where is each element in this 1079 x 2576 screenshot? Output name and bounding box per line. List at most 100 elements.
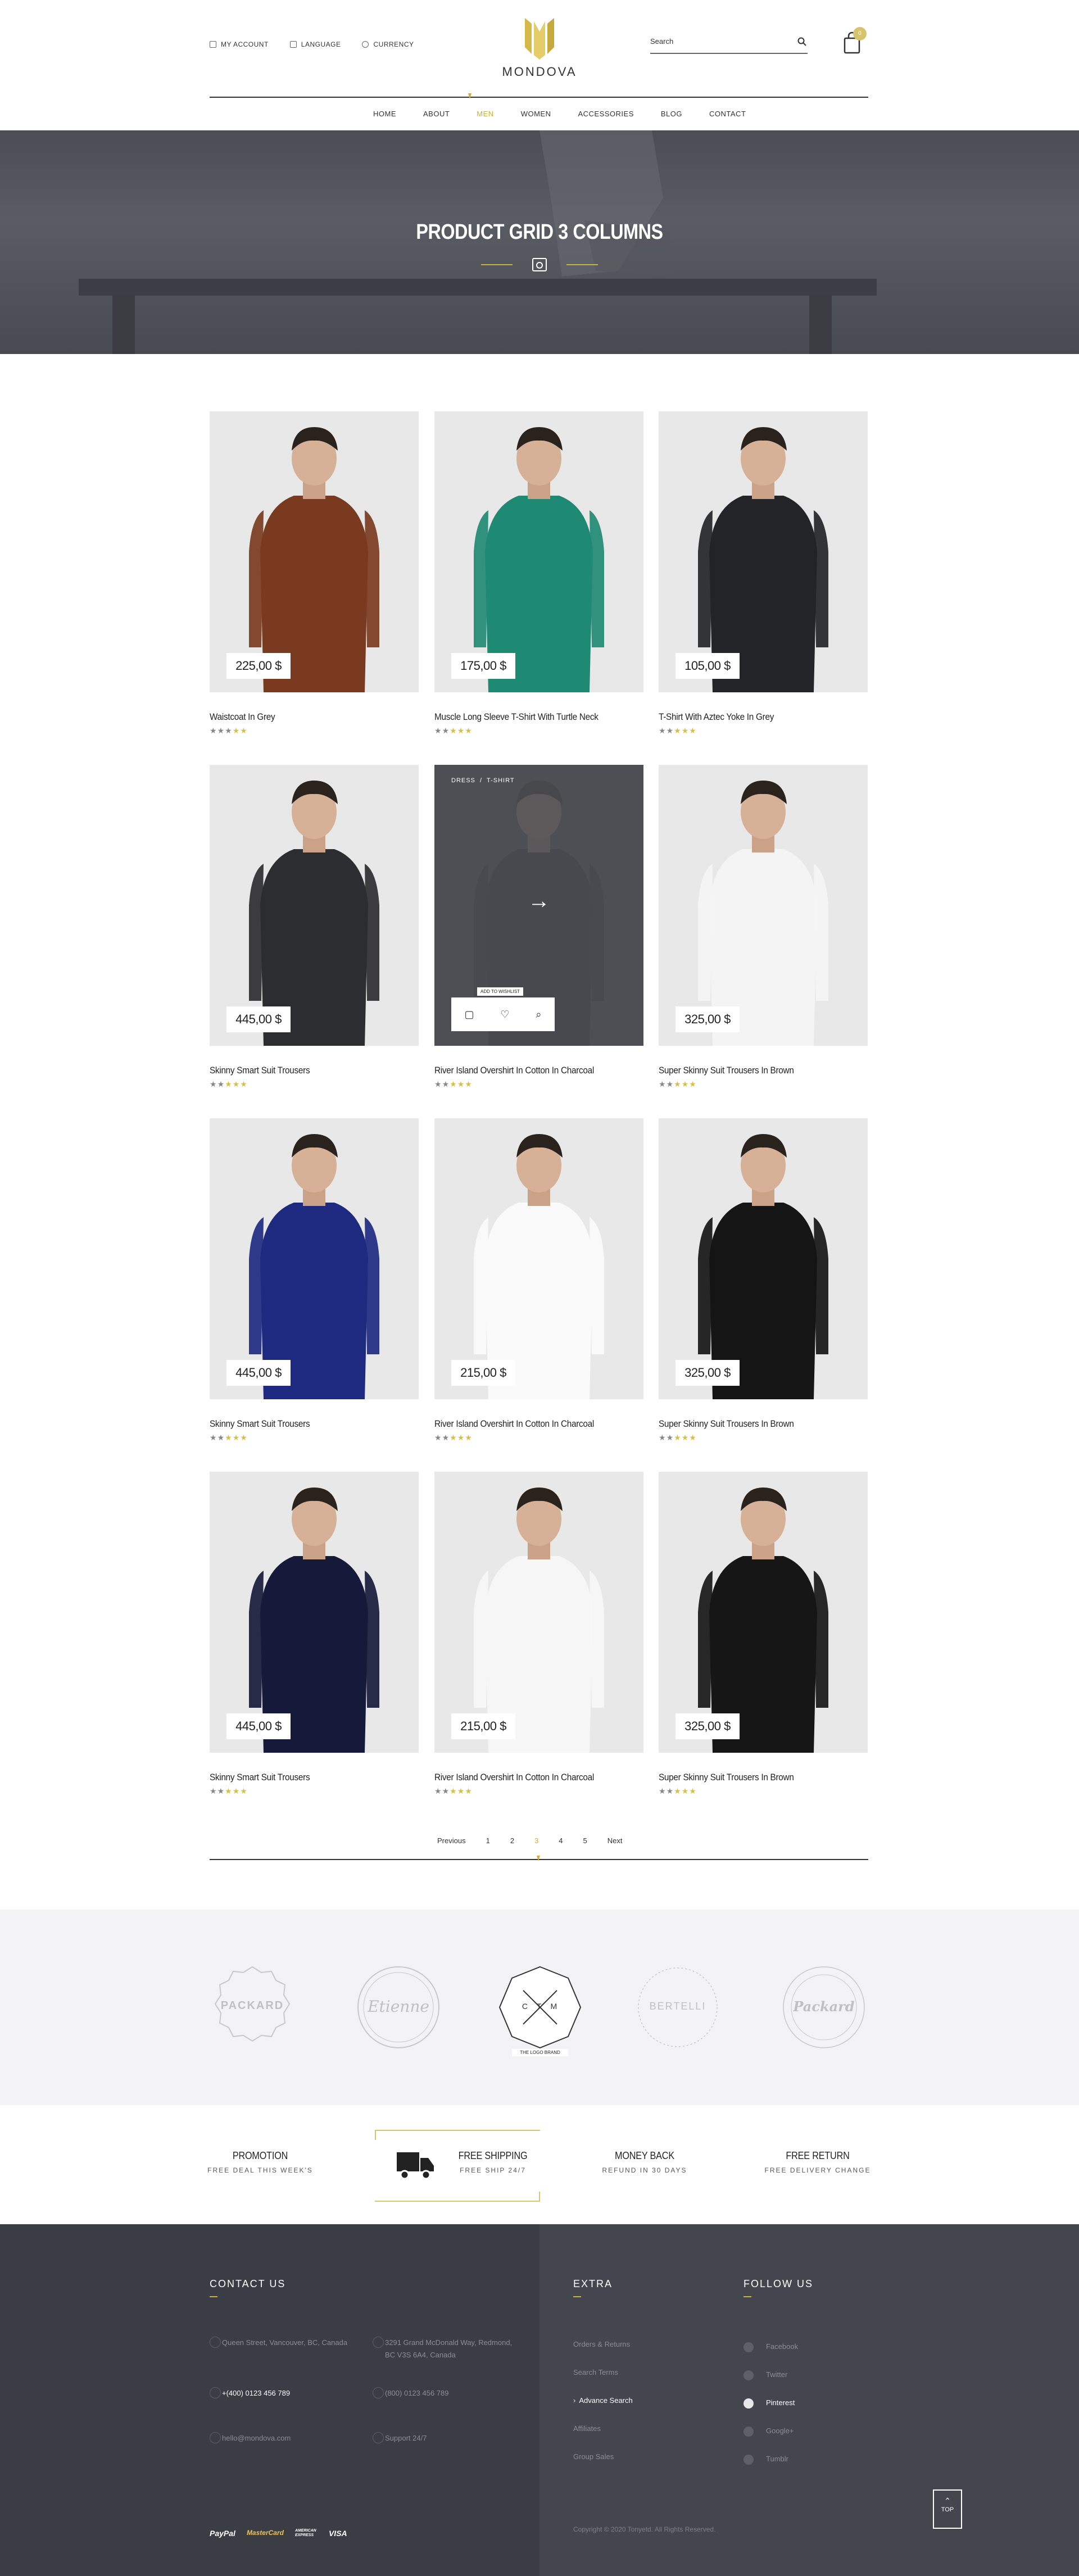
language-link[interactable]: LANGUAGE bbox=[289, 40, 341, 48]
product-image[interactable] bbox=[659, 1472, 868, 1753]
back-to-top-button[interactable]: ⌃ TOP bbox=[933, 2489, 962, 2529]
product-price: 225,00 $ bbox=[226, 653, 291, 679]
product-title[interactable]: Skinny Smart Suit Trousers bbox=[210, 1418, 310, 1430]
nav-accessories[interactable]: ACCESSORIES bbox=[564, 110, 647, 118]
brand-logo-ctm[interactable]: CTM THE LOGO BRAND bbox=[497, 1965, 583, 2056]
contact-phone-1[interactable]: +(400) 0123 456 789 bbox=[210, 2387, 350, 2400]
product-image[interactable] bbox=[434, 1118, 643, 1399]
social-label: Twitter bbox=[766, 2370, 788, 2379]
social-twitter[interactable]: Twitter bbox=[743, 2370, 788, 2380]
pagination-page-2[interactable]: 2 bbox=[500, 1836, 524, 1845]
nav-women[interactable]: WOMEN bbox=[507, 110, 565, 118]
star-icon: ★ bbox=[442, 1786, 450, 1795]
product-image[interactable]: DRESS / T-SHIRT → ADD TO WISHLIST ▢ ♡ ⌕ bbox=[434, 765, 643, 1046]
extra-link-group-sales[interactable]: Group Sales bbox=[573, 2452, 614, 2461]
product-image[interactable] bbox=[210, 411, 419, 692]
brand-name: PACKARD bbox=[220, 1999, 284, 2012]
product-title[interactable]: Super Skinny Suit Trousers In Brown bbox=[659, 1065, 794, 1076]
nav-divider bbox=[210, 97, 868, 98]
pagination-previous[interactable]: Previous bbox=[427, 1836, 476, 1845]
product-title[interactable]: Super Skinny Suit Trousers In Brown bbox=[659, 1772, 794, 1783]
pagination-page-5[interactable]: 5 bbox=[573, 1836, 597, 1845]
logo[interactable]: MONDOVA bbox=[495, 16, 584, 79]
nav-active-marker bbox=[468, 93, 472, 99]
contact-text: Support 24/7 bbox=[385, 2434, 427, 2442]
brand-logo-etienne[interactable]: Etienne bbox=[356, 1965, 441, 2050]
amex-logo: AMERICAN EXPRESS bbox=[294, 2529, 316, 2537]
social-google-plus[interactable]: Google+ bbox=[743, 2427, 794, 2437]
star-icon: ★ bbox=[217, 1080, 225, 1089]
product-image[interactable] bbox=[210, 1472, 419, 1753]
search-icon[interactable] bbox=[797, 37, 806, 46]
pagination-next[interactable]: Next bbox=[597, 1836, 633, 1845]
star-icon: ★ bbox=[457, 1786, 465, 1795]
add-to-cart-icon[interactable]: ▢ bbox=[464, 1009, 474, 1021]
cart-button[interactable]: 0 bbox=[843, 27, 867, 56]
product-image[interactable] bbox=[210, 1118, 419, 1399]
arrow-right-icon[interactable]: → bbox=[528, 890, 550, 912]
search-placeholder: Search bbox=[650, 37, 674, 46]
star-icon: ★ bbox=[217, 1786, 225, 1795]
contact-support: Support 24/7 bbox=[373, 2432, 513, 2445]
extra-link-orders-returns[interactable]: Orders & Returns bbox=[573, 2340, 630, 2348]
extra-link-affiliates[interactable]: Affiliates bbox=[573, 2424, 601, 2433]
product-image[interactable] bbox=[434, 1472, 643, 1753]
product-price: 175,00 $ bbox=[451, 653, 515, 679]
product-image[interactable] bbox=[434, 411, 643, 692]
product-image[interactable] bbox=[659, 765, 868, 1046]
title-divider-camera-icon bbox=[481, 258, 598, 271]
star-icon: ★ bbox=[442, 1080, 450, 1089]
product-title[interactable]: Skinny Smart Suit Trousers bbox=[210, 1065, 310, 1076]
star-icon: ★ bbox=[210, 726, 217, 735]
pagination-page-3[interactable]: 3 bbox=[524, 1836, 548, 1845]
currency-link[interactable]: CURRENCY bbox=[362, 40, 414, 48]
star-icon: ★ bbox=[217, 1433, 225, 1442]
product-rating: ★★★★★ bbox=[434, 726, 473, 736]
star-icon: ★ bbox=[450, 1080, 457, 1089]
logo-text: MONDOVA bbox=[502, 65, 577, 79]
pagination-page-4[interactable]: 4 bbox=[548, 1836, 573, 1845]
social-label: Facebook bbox=[766, 2342, 799, 2351]
product-title[interactable]: River Island Overshirt In Cotton In Char… bbox=[434, 1418, 594, 1430]
quick-view-search-icon[interactable]: ⌕ bbox=[536, 1009, 541, 1021]
copyright: Copyright © 2020 Tonyetd. All Rights Res… bbox=[573, 2525, 716, 2533]
nav-blog[interactable]: BLOG bbox=[647, 110, 696, 118]
contact-email[interactable]: hello@mondova.com bbox=[210, 2432, 350, 2445]
contact-phone-2[interactable]: (800) 0123 456 789 bbox=[373, 2387, 513, 2400]
star-icon: ★ bbox=[465, 1433, 473, 1442]
my-account-link[interactable]: MY ACCOUNT bbox=[210, 40, 269, 48]
brand-logo-packard[interactable]: PACKARD bbox=[210, 1965, 295, 2050]
social-tumblr[interactable]: Tumblr bbox=[743, 2455, 788, 2465]
social-pinterest[interactable]: Pinterest bbox=[743, 2398, 795, 2409]
product-title[interactable]: River Island Overshirt In Cotton In Char… bbox=[434, 1065, 594, 1076]
chevron-up-icon: ⌃ bbox=[944, 2496, 951, 2505]
star-icon: ★ bbox=[681, 1080, 690, 1089]
star-icon: ★ bbox=[465, 1786, 473, 1795]
extra-link-search-terms[interactable]: Search Terms bbox=[573, 2368, 618, 2377]
product-image[interactable] bbox=[210, 765, 419, 1046]
product-image[interactable] bbox=[659, 1118, 868, 1399]
product-title[interactable]: Waistcoat In Grey bbox=[210, 711, 275, 723]
brand-logo-packard-script[interactable]: Packard bbox=[781, 1965, 867, 2050]
model-figure bbox=[698, 1487, 828, 1753]
pagination-page-1[interactable]: 1 bbox=[476, 1836, 500, 1845]
product-image[interactable] bbox=[659, 411, 868, 692]
product-tags[interactable]: DRESS / T-SHIRT bbox=[451, 777, 515, 784]
pagination-active-marker bbox=[537, 1856, 540, 1861]
product-title[interactable]: Muscle Long Sleeve T-Shirt With Turtle N… bbox=[434, 711, 599, 723]
brand-logo-bertelli[interactable]: BERTELLI bbox=[635, 1965, 720, 2050]
social-facebook[interactable]: Facebook bbox=[743, 2342, 799, 2352]
cart-count-badge: 0 bbox=[853, 27, 867, 40]
nav-about[interactable]: ABOUT bbox=[410, 110, 463, 118]
product-title[interactable]: Skinny Smart Suit Trousers bbox=[210, 1772, 310, 1783]
product-title[interactable]: River Island Overshirt In Cotton In Char… bbox=[434, 1772, 594, 1783]
nav-men[interactable]: MEN bbox=[463, 110, 507, 118]
search-input[interactable]: Search bbox=[650, 34, 808, 54]
star-icon: ★ bbox=[659, 1786, 667, 1795]
nav-contact[interactable]: CONTACT bbox=[696, 110, 759, 118]
nav-home[interactable]: HOME bbox=[360, 110, 410, 118]
wishlist-heart-icon[interactable]: ♡ bbox=[500, 1009, 509, 1021]
product-title[interactable]: T-Shirt With Aztec Yoke In Grey bbox=[659, 711, 774, 723]
product-title[interactable]: Super Skinny Suit Trousers In Brown bbox=[659, 1418, 794, 1430]
extra-link-advance-search[interactable]: › Advance Search bbox=[573, 2396, 633, 2405]
